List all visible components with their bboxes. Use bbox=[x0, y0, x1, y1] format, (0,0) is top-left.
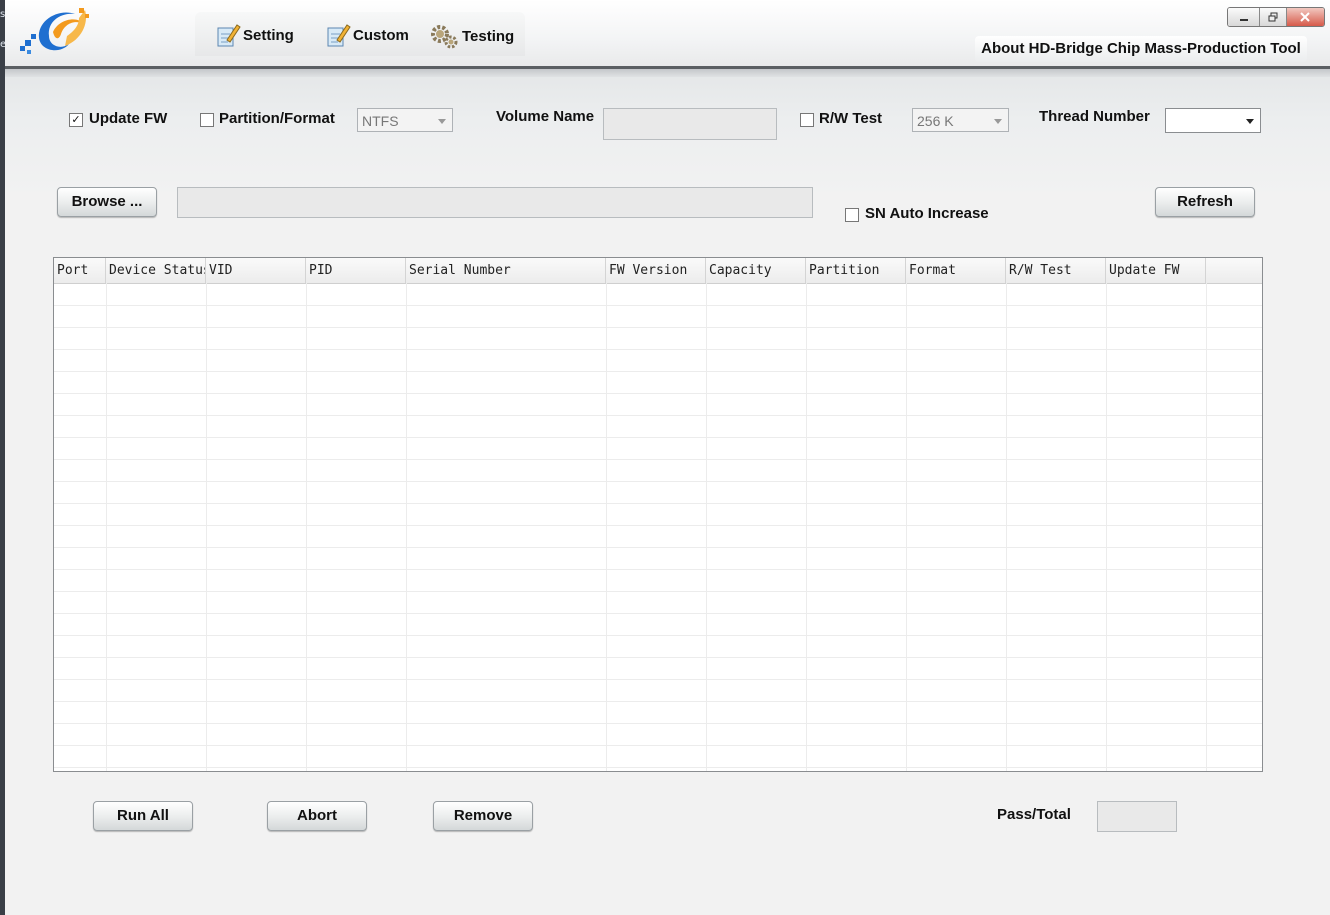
header-shadow bbox=[5, 69, 1330, 77]
update-fw-label: Update FW bbox=[89, 110, 168, 127]
restore-icon bbox=[1268, 12, 1278, 22]
volume-name-input[interactable] bbox=[603, 108, 777, 140]
table-column-divider bbox=[406, 283, 407, 771]
table-column-divider bbox=[606, 283, 607, 771]
table-row-divider bbox=[54, 393, 1262, 394]
column-header-format[interactable]: Format bbox=[906, 258, 1006, 283]
rw-test-checkbox[interactable] bbox=[800, 113, 814, 127]
table-row-divider bbox=[54, 723, 1262, 724]
partition-format-checkbox[interactable] bbox=[200, 113, 214, 127]
table-row-divider bbox=[54, 371, 1262, 372]
tab-testing-label: Testing bbox=[462, 27, 515, 45]
table-row-divider bbox=[54, 415, 1262, 416]
minimize-button[interactable] bbox=[1228, 8, 1261, 26]
close-button[interactable] bbox=[1286, 8, 1324, 26]
table-row-divider bbox=[54, 305, 1262, 306]
chevron-down-icon bbox=[1246, 119, 1254, 124]
table-row-divider bbox=[54, 767, 1262, 768]
column-header-partition[interactable]: Partition bbox=[806, 258, 906, 283]
table-header: Port Device Status VID PID Serial Number… bbox=[54, 258, 1262, 284]
volume-name-label: Volume Name bbox=[496, 108, 595, 125]
device-table[interactable]: Port Device Status VID PID Serial Number… bbox=[53, 257, 1263, 772]
table-row-divider bbox=[54, 459, 1262, 460]
table-row-divider bbox=[54, 613, 1262, 614]
title-bar: Setting Custom Testing About HD-Bridge C… bbox=[5, 0, 1330, 66]
thread-number-label: Thread Number bbox=[1039, 108, 1150, 125]
table-row-divider bbox=[54, 635, 1262, 636]
table-row-divider bbox=[54, 481, 1262, 482]
restore-button[interactable] bbox=[1260, 8, 1287, 26]
remove-button[interactable]: Remove bbox=[433, 801, 533, 831]
column-header-update-fw[interactable]: Update FW bbox=[1106, 258, 1206, 283]
table-column-divider bbox=[106, 283, 107, 771]
pass-total-value bbox=[1097, 801, 1177, 832]
tab-strip: Setting Custom Testing bbox=[195, 12, 525, 56]
refresh-button[interactable]: Refresh bbox=[1155, 187, 1255, 217]
minimize-icon bbox=[1239, 19, 1248, 21]
chevron-down-icon bbox=[994, 119, 1002, 124]
column-header-port[interactable]: Port bbox=[54, 258, 106, 283]
thread-number-select[interactable] bbox=[1165, 108, 1261, 133]
table-row-divider bbox=[54, 547, 1262, 548]
table-row-divider bbox=[54, 657, 1262, 658]
rw-test-label: R/W Test bbox=[819, 110, 883, 127]
table-column-divider bbox=[806, 283, 807, 771]
column-header-pid[interactable]: PID bbox=[306, 258, 406, 283]
table-column-divider bbox=[306, 283, 307, 771]
table-column-divider bbox=[1106, 283, 1107, 771]
rw-size-select[interactable]: 256 K bbox=[912, 108, 1009, 132]
table-column-divider bbox=[206, 283, 207, 771]
browse-button[interactable]: Browse ... bbox=[57, 187, 157, 217]
sn-auto-increase-checkbox[interactable] bbox=[845, 208, 859, 222]
table-row-divider bbox=[54, 679, 1262, 680]
app-logo-icon bbox=[20, 8, 89, 54]
update-fw-checkbox[interactable]: ✓ bbox=[69, 113, 83, 127]
table-column-divider bbox=[706, 283, 707, 771]
table-row-divider bbox=[54, 701, 1262, 702]
filesystem-select[interactable]: NTFS bbox=[357, 108, 453, 132]
sn-auto-increase-label: SN Auto Increase bbox=[865, 205, 989, 222]
main-window: Setting Custom Testing About HD-Bridge C… bbox=[5, 0, 1330, 915]
tab-custom[interactable]: Custom bbox=[325, 22, 409, 48]
column-header-capacity[interactable]: Capacity bbox=[706, 258, 806, 283]
pencil-note-icon bbox=[327, 24, 351, 47]
chevron-down-icon bbox=[438, 119, 446, 124]
table-row-divider bbox=[54, 745, 1262, 746]
table-row-divider bbox=[54, 591, 1262, 592]
tab-testing[interactable]: Testing bbox=[430, 22, 514, 50]
table-column-divider bbox=[1206, 283, 1207, 771]
gears-icon bbox=[431, 25, 458, 49]
table-row-divider bbox=[54, 327, 1262, 328]
about-link[interactable]: About HD-Bridge Chip Mass-Production Too… bbox=[975, 36, 1307, 62]
table-row-divider bbox=[54, 437, 1262, 438]
column-header-rw-test[interactable]: R/W Test bbox=[1006, 258, 1106, 283]
table-row-divider bbox=[54, 525, 1262, 526]
partition-format-label: Partition/Format bbox=[219, 110, 335, 127]
close-icon bbox=[1300, 12, 1311, 22]
rw-size-value: 256 K bbox=[917, 113, 954, 129]
tab-setting[interactable]: Setting bbox=[215, 22, 294, 48]
abort-button[interactable]: Abort bbox=[267, 801, 367, 831]
run-all-button[interactable]: Run All bbox=[93, 801, 193, 831]
column-header-serial-number[interactable]: Serial Number bbox=[406, 258, 606, 283]
column-header-fw-version[interactable]: FW Version bbox=[606, 258, 706, 283]
filesystem-value: NTFS bbox=[362, 113, 399, 129]
column-header-vid[interactable]: VID bbox=[206, 258, 306, 283]
tab-custom-label: Custom bbox=[353, 26, 409, 44]
firmware-path-input[interactable] bbox=[177, 187, 813, 218]
pass-total-label: Pass/Total bbox=[997, 806, 1071, 823]
pencil-note-icon bbox=[217, 24, 241, 47]
table-column-divider bbox=[906, 283, 907, 771]
table-row-divider bbox=[54, 349, 1262, 350]
column-header-device-status[interactable]: Device Status bbox=[106, 258, 206, 283]
table-row-divider bbox=[54, 503, 1262, 504]
tab-setting-label: Setting bbox=[243, 26, 294, 44]
window-controls bbox=[1227, 7, 1325, 27]
table-row-divider bbox=[54, 569, 1262, 570]
table-column-divider bbox=[1006, 283, 1007, 771]
